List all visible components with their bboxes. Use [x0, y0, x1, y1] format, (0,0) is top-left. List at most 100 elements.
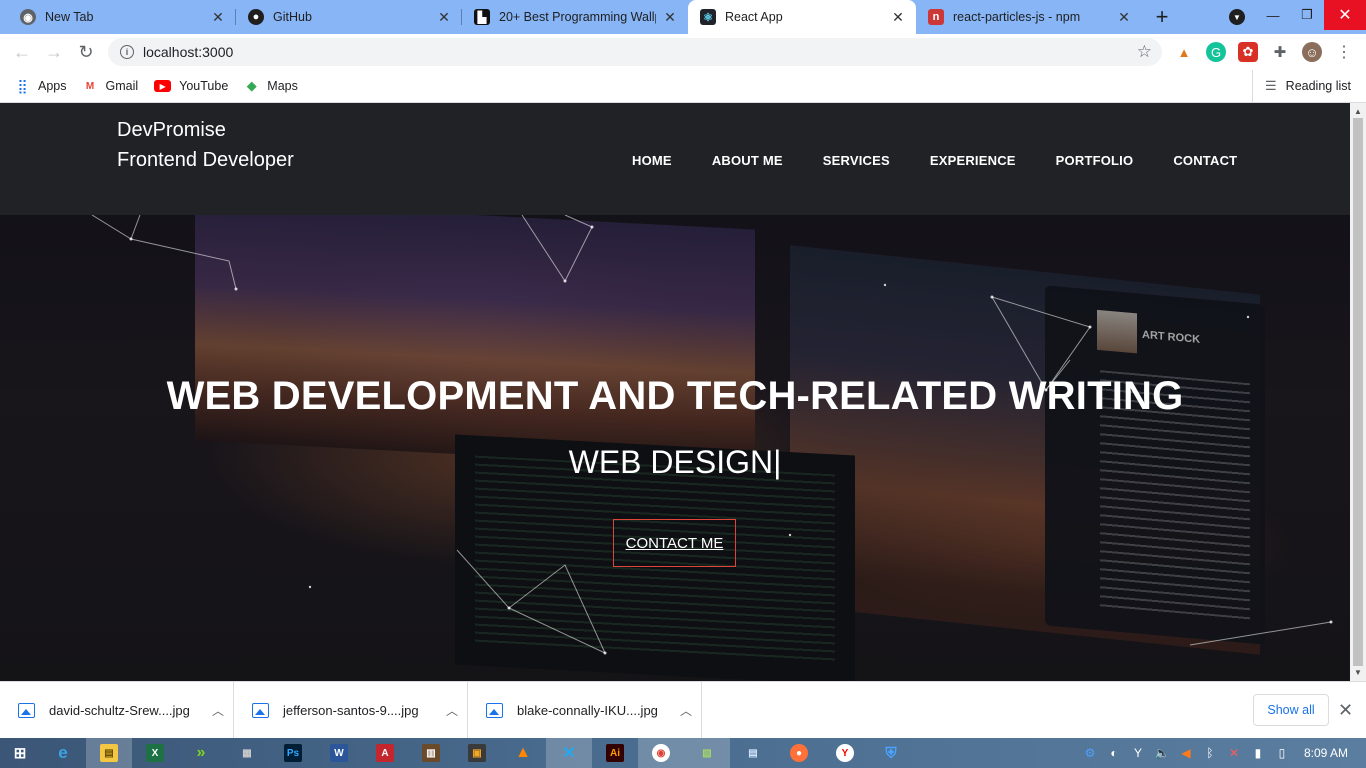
extension-red-icon[interactable]: ✿	[1238, 42, 1258, 62]
nav-about-me[interactable]: ABOUT ME	[712, 153, 783, 168]
brand-role: Frontend Developer	[117, 149, 294, 171]
new-tab-button[interactable]: +	[1142, 0, 1182, 34]
chevron-up-icon[interactable]: ︿	[437, 702, 467, 719]
tray-battery-icon[interactable]: ▯	[1270, 746, 1294, 760]
tray-audio-icon[interactable]: ◀	[1174, 746, 1198, 760]
bookmark-youtube[interactable]: ▶ YouTube	[146, 79, 236, 93]
npm-icon: n	[928, 9, 944, 25]
taskbar-app-brown-icon[interactable]: ▥	[408, 738, 454, 768]
taskbar-firefox-icon[interactable]: ●	[776, 738, 822, 768]
taskbar-illustrator-icon[interactable]: Ai	[592, 738, 638, 768]
image-file-icon	[486, 702, 503, 718]
nav-experience[interactable]: EXPERIENCE	[930, 153, 1016, 168]
close-icon[interactable]: ✕	[1338, 700, 1353, 721]
page-viewport: DevPromise Frontend Developer HOME ABOUT…	[0, 103, 1350, 681]
taskbar-app-folder-icon[interactable]: ▧	[684, 738, 730, 768]
close-icon[interactable]: ✕	[210, 9, 226, 25]
taskbar-vlc-icon[interactable]: ▲	[500, 738, 546, 768]
windows-taskbar: ⊞ e ▤ X » ▦ Ps W A ▥ ▣ ▲ ✕ Ai ◉ ▧ ▤ ● Y …	[0, 738, 1366, 768]
taskbar-shield-icon[interactable]: ⛨	[868, 738, 914, 768]
tab-react-app[interactable]: ⚛ React App ✕	[688, 0, 916, 34]
tab-wallpapers[interactable]: ▙ 20+ Best Programming Wallpa ✕	[462, 0, 688, 34]
tab-title: React App	[725, 10, 783, 24]
nav-services[interactable]: SERVICES	[823, 153, 890, 168]
restore-button[interactable]: ❐	[1290, 0, 1324, 30]
show-all-button[interactable]: Show all	[1253, 694, 1329, 726]
close-icon[interactable]: ✕	[890, 9, 906, 25]
tray-yandex-icon[interactable]: Y	[1126, 746, 1150, 760]
tab-new-tab[interactable]: ◉ New Tab ✕	[0, 0, 236, 34]
brand-name: DevPromise	[117, 119, 226, 141]
contact-me-button[interactable]: CONTACT ME	[613, 519, 736, 567]
tab-title: react-particles-js - npm	[953, 10, 1081, 24]
nav-portfolio[interactable]: PORTFOLIO	[1056, 153, 1134, 168]
bookmark-apps[interactable]: ⣿ Apps	[0, 78, 75, 94]
taskbar-chrome-icon[interactable]: ◉	[638, 738, 684, 768]
start-button[interactable]: ⊞	[0, 738, 40, 768]
taskbar-app-green-icon[interactable]: »	[178, 738, 224, 768]
reading-list-button[interactable]: ☰ Reading list	[1252, 70, 1351, 102]
nav-contact[interactable]: CONTACT	[1173, 153, 1237, 168]
taskbar-clock[interactable]: 8:09 AM	[1294, 746, 1366, 760]
taskbar-app-red-icon[interactable]: A	[362, 738, 408, 768]
taskbar-explorer-icon[interactable]: ▤	[86, 738, 132, 768]
grammarly-icon[interactable]: G	[1206, 42, 1226, 62]
menu-dots-icon[interactable]: ⋮	[1334, 42, 1354, 62]
scrollbar-thumb[interactable]	[1353, 118, 1363, 666]
taskbar-notepad-icon[interactable]: ▤	[730, 738, 776, 768]
close-icon[interactable]: ✕	[436, 9, 452, 25]
profile-avatar[interactable]: ☺	[1302, 42, 1322, 62]
scroll-down-arrow[interactable]: ▼	[1354, 668, 1362, 677]
taskbar-app-film-icon[interactable]: ▣	[454, 738, 500, 768]
system-tray: ⚙ ◐ Y 🔈 ◀ ᛒ ✕ ▮ ▯ 8:09 AM	[1078, 738, 1366, 768]
taskbar-ie-icon[interactable]: e	[40, 738, 86, 768]
reload-button[interactable]: ↻	[70, 36, 102, 68]
metamask-icon[interactable]: ▲	[1174, 42, 1194, 62]
forward-button[interactable]: →	[38, 36, 70, 68]
tray-app-icon[interactable]: ⚙	[1078, 746, 1102, 760]
site-navbar: DevPromise Frontend Developer HOME ABOUT…	[0, 103, 1350, 215]
chevron-up-icon[interactable]: ︿	[671, 702, 701, 719]
address-bar[interactable]: i localhost:3000 ☆	[108, 38, 1162, 66]
reading-list-icon: ☰	[1265, 78, 1277, 93]
tray-signal-icon[interactable]: ▮	[1246, 746, 1270, 760]
close-window-button[interactable]: ✕	[1324, 0, 1366, 30]
nav-home[interactable]: HOME	[632, 153, 672, 168]
site-info-icon[interactable]: i	[120, 45, 134, 59]
download-item[interactable]: david-schultz-Srew....jpg ︿	[0, 681, 234, 739]
taskbar-word-icon[interactable]: W	[316, 738, 362, 768]
chevron-up-icon[interactable]: ︿	[203, 702, 233, 719]
tray-bluetooth-icon[interactable]: ᛒ	[1198, 746, 1222, 760]
react-icon: ⚛	[700, 9, 716, 25]
taskbar-vscode-icon[interactable]: ✕	[546, 738, 592, 768]
tab-search-icon[interactable]: ▼	[1229, 9, 1245, 25]
scroll-up-arrow[interactable]: ▲	[1354, 107, 1362, 116]
download-item[interactable]: jefferson-santos-9....jpg ︿	[234, 681, 468, 739]
taskbar-yandex-icon[interactable]: Y	[822, 738, 868, 768]
tray-network-warning-icon[interactable]: ✕	[1222, 746, 1246, 760]
bookmark-maps[interactable]: ◆ Maps	[236, 78, 306, 94]
tray-speaker-icon[interactable]: 🔈	[1150, 746, 1174, 760]
taskbar-app-grid-icon[interactable]: ▦	[224, 738, 270, 768]
tab-title: GitHub	[273, 10, 312, 24]
page-scrollbar[interactable]: ▲ ▼	[1350, 103, 1366, 681]
taskbar-excel-icon[interactable]: X	[132, 738, 178, 768]
download-item[interactable]: blake-connally-IKU....jpg ︿	[468, 681, 702, 739]
download-filename: david-schultz-Srew....jpg	[49, 702, 190, 718]
back-button[interactable]: ←	[6, 36, 38, 68]
close-icon[interactable]: ✕	[1116, 9, 1132, 25]
download-shelf: david-schultz-Srew....jpg ︿ jefferson-sa…	[0, 681, 1366, 739]
tab-github[interactable]: ● GitHub ✕	[236, 0, 462, 34]
site-brand[interactable]: DevPromise Frontend Developer	[117, 115, 294, 175]
taskbar-photoshop-icon[interactable]: Ps	[270, 738, 316, 768]
bookmark-gmail[interactable]: M Gmail	[75, 79, 147, 94]
tab-npm[interactable]: n react-particles-js - npm ✕	[916, 0, 1142, 34]
bookmark-star-icon[interactable]: ☆	[1137, 42, 1152, 62]
gmail-icon: M	[85, 80, 95, 92]
image-file-icon	[18, 702, 35, 718]
extensions-puzzle-icon[interactable]: ✚	[1270, 42, 1290, 62]
minimize-button[interactable]: —	[1256, 0, 1290, 30]
tray-circle-icon[interactable]: ◐	[1102, 746, 1126, 760]
close-icon[interactable]: ✕	[662, 9, 678, 25]
github-icon: ●	[248, 9, 264, 25]
